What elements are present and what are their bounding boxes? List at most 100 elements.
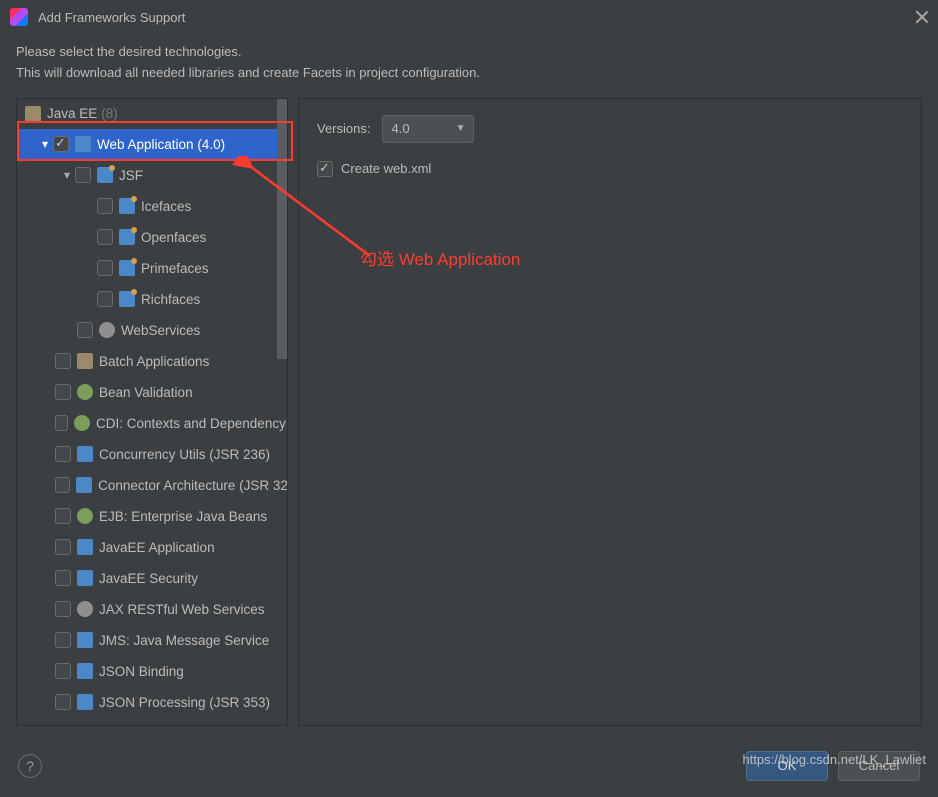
bean-icon (77, 384, 93, 400)
javaee-security-label: JavaEE Security (99, 571, 198, 586)
module-icon (77, 632, 93, 648)
frameworks-tree-panel: Java EE (8) Web Application (4.0) JSF (16, 98, 288, 726)
tree-item-javaee-security[interactable]: JavaEE Security (17, 563, 287, 594)
jms-label: JMS: Java Message Service (99, 633, 269, 648)
intro-text: Please select the desired technologies. … (0, 34, 938, 98)
checkbox-cdi[interactable] (55, 415, 68, 431)
checkbox-javaee-security[interactable] (55, 570, 71, 586)
jaxrs-label: JAX RESTful Web Services (99, 602, 265, 617)
frameworks-tree[interactable]: Java EE (8) Web Application (4.0) JSF (17, 99, 287, 725)
tree-item-transaction[interactable]: Transaction API (JSR 907) (17, 718, 287, 725)
close-icon[interactable] (916, 11, 928, 23)
javaee-app-label: JavaEE Application (99, 540, 215, 555)
module-icon (77, 694, 93, 710)
tree-item-concurrency[interactable]: Concurrency Utils (JSR 236) (17, 439, 287, 470)
intro-line2: This will download all needed libraries … (16, 63, 922, 84)
jsf-icon (119, 198, 135, 214)
checkbox-webservices[interactable] (77, 322, 93, 338)
ok-label: OK (778, 758, 797, 773)
checkbox-jsonp[interactable] (55, 694, 71, 710)
tree-item-beanval[interactable]: Bean Validation (17, 377, 287, 408)
checkbox-jsonb[interactable] (55, 663, 71, 679)
checkbox-beanval[interactable] (55, 384, 71, 400)
help-button[interactable]: ? (18, 754, 42, 778)
tree-item-jsonb[interactable]: JSON Binding (17, 656, 287, 687)
titlebar: Add Frameworks Support (0, 0, 938, 34)
primefaces-label: Primefaces (141, 261, 209, 276)
chevron-down-icon[interactable] (61, 168, 73, 182)
tree-item-cdi[interactable]: CDI: Contexts and Dependency Injection (17, 408, 287, 439)
checkbox-icefaces[interactable] (97, 198, 113, 214)
dialog-footer: ? OK Cancel (0, 734, 938, 797)
globe-icon (99, 322, 115, 338)
jsonb-label: JSON Binding (99, 664, 184, 679)
tree-item-jsonp[interactable]: JSON Processing (JSR 353) (17, 687, 287, 718)
module-icon (77, 446, 93, 462)
tree-item-richfaces[interactable]: Richfaces (17, 284, 287, 315)
intro-line1: Please select the desired technologies. (16, 42, 922, 63)
jsf-icon (119, 260, 135, 276)
dialog-title: Add Frameworks Support (38, 10, 916, 25)
chevron-down-icon[interactable] (39, 137, 51, 151)
jsf-label: JSF (119, 168, 143, 183)
webservices-label: WebServices (121, 323, 200, 338)
versions-select[interactable]: 4.0 ▼ (382, 115, 474, 143)
chevron-down-icon: ▼ (456, 123, 466, 134)
checkbox-concurrency[interactable] (55, 446, 71, 462)
richfaces-label: Richfaces (141, 292, 200, 307)
root-count: (8) (101, 106, 118, 121)
tree-item-jsf[interactable]: JSF (17, 160, 287, 191)
tree-item-openfaces[interactable]: Openfaces (17, 222, 287, 253)
tree-item-javaee-app[interactable]: JavaEE Application (17, 532, 287, 563)
framework-config-panel: Versions: 4.0 ▼ Create web.xml (298, 98, 922, 726)
tree-item-jms[interactable]: JMS: Java Message Service (17, 625, 287, 656)
tree-item-ejb[interactable]: EJB: Enterprise Java Beans (17, 501, 287, 532)
checkbox-javaee-app[interactable] (55, 539, 71, 555)
checkbox-create-webxml[interactable] (317, 161, 333, 177)
checkbox-richfaces[interactable] (97, 291, 113, 307)
jsf-icon (97, 167, 113, 183)
checkbox-primefaces[interactable] (97, 260, 113, 276)
checkbox-web-application[interactable] (53, 136, 69, 152)
ok-button[interactable]: OK (746, 751, 828, 781)
create-webxml-label: Create web.xml (341, 161, 431, 176)
tree-item-webservices[interactable]: WebServices (17, 315, 287, 346)
jsonp-label: JSON Processing (JSR 353) (99, 695, 270, 710)
module-icon (77, 539, 93, 555)
module-icon (76, 477, 92, 493)
module-icon (77, 663, 93, 679)
openfaces-label: Openfaces (141, 230, 206, 245)
jsf-icon (119, 229, 135, 245)
versions-label: Versions: (317, 121, 370, 136)
bean-icon (74, 415, 90, 431)
tree-item-icefaces[interactable]: Icefaces (17, 191, 287, 222)
tree-root-javaee[interactable]: Java EE (8) (17, 99, 287, 129)
webapp-icon (75, 136, 91, 152)
cancel-button[interactable]: Cancel (838, 751, 920, 781)
checkbox-jaxrs[interactable] (55, 601, 71, 617)
versions-value: 4.0 (391, 121, 409, 136)
web-application-label: Web Application (4.0) (97, 137, 225, 152)
cdi-label: CDI: Contexts and Dependency Injection (96, 416, 287, 431)
tree-scrollbar[interactable] (277, 99, 287, 359)
tree-item-web-application[interactable]: Web Application (4.0) (17, 129, 287, 160)
checkbox-openfaces[interactable] (97, 229, 113, 245)
tree-item-batch[interactable]: Batch Applications (17, 346, 287, 377)
tree-item-connector[interactable]: Connector Architecture (JSR 322) (17, 470, 287, 501)
tree-item-jaxrs[interactable]: JAX RESTful Web Services (17, 594, 287, 625)
checkbox-jms[interactable] (55, 632, 71, 648)
jsf-icon (119, 291, 135, 307)
checkbox-ejb[interactable] (55, 508, 71, 524)
folder-icon (25, 106, 41, 122)
app-icon (10, 8, 28, 26)
connector-label: Connector Architecture (JSR 322) (98, 478, 287, 493)
checkbox-jsf[interactable] (75, 167, 91, 183)
module-icon (77, 570, 93, 586)
cancel-label: Cancel (859, 758, 899, 773)
icefaces-label: Icefaces (141, 199, 191, 214)
beanval-label: Bean Validation (99, 385, 193, 400)
tree-item-primefaces[interactable]: Primefaces (17, 253, 287, 284)
checkbox-connector[interactable] (55, 477, 70, 493)
checkbox-batch[interactable] (55, 353, 71, 369)
bean-icon (77, 508, 93, 524)
